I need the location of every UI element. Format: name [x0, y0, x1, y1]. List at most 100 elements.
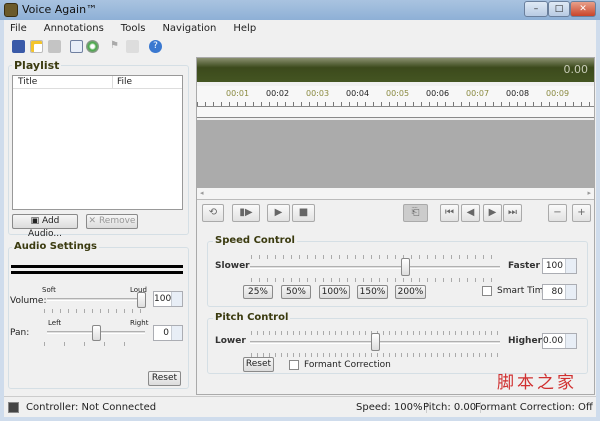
play-button[interactable]: ▶ [267, 204, 290, 222]
cd-icon[interactable] [86, 40, 99, 53]
tick-label: 00:02 [266, 89, 290, 98]
save-icon[interactable] [48, 40, 61, 53]
pitch-thumb[interactable] [371, 333, 380, 351]
faster-label: Faster [508, 261, 540, 271]
right-label: Right [130, 319, 149, 327]
remove-icon: ✕ [88, 216, 99, 226]
pan-spinner[interactable]: 0 [153, 325, 183, 341]
preset-100-button[interactable]: 100% [319, 285, 350, 299]
tick-label: 00:01 [226, 89, 250, 98]
time-readout: 0.00 [563, 63, 589, 76]
formant-correction-label: Formant Correction [304, 360, 391, 370]
app-icon [4, 3, 18, 17]
preset-200-button[interactable]: 200% [395, 285, 426, 299]
skip-end-button[interactable]: ⏭ [503, 204, 522, 222]
tick-label: 00:07 [466, 89, 490, 98]
speed-status: Speed: 100% [356, 402, 428, 413]
loop-button[interactable]: ⟲ [202, 204, 224, 222]
formant-status: Formant Correction: Off [475, 402, 593, 413]
return-button[interactable]: ⎗ [403, 204, 428, 222]
speed-ticks-top [251, 255, 499, 259]
window-title: Voice Again™ [22, 3, 98, 16]
audio-settings-title: Audio Settings [12, 241, 99, 252]
scroll-left-icon[interactable]: ◂ [200, 189, 204, 197]
soft-label: Soft [42, 286, 56, 294]
export-icon[interactable] [70, 40, 83, 53]
controller-status-icon [8, 402, 19, 413]
speed-control-title: Speed Control [213, 235, 297, 246]
audio-reset-button[interactable]: Reset [148, 371, 181, 386]
stop-button[interactable]: ■ [292, 204, 315, 222]
speed-track[interactable] [250, 266, 500, 269]
menu-annotations[interactable]: Annotations [44, 23, 104, 34]
menu-tools[interactable]: Tools [121, 23, 146, 34]
add-audio-button[interactable]: ▣ Add Audio... [12, 214, 78, 239]
smart-time-spinner[interactable]: 80 [542, 284, 577, 300]
pan-thumb[interactable] [92, 325, 101, 341]
pan-ticks [44, 342, 144, 346]
open-project-icon[interactable] [12, 40, 25, 53]
higher-label: Higher [508, 336, 543, 346]
tick-label: 00:06 [426, 89, 450, 98]
step-forward-button[interactable]: ▶ [483, 204, 502, 222]
column-title[interactable]: Title [18, 77, 37, 87]
lower-label: Lower [215, 336, 246, 346]
speed-ticks-bottom [251, 278, 499, 282]
playlist-title: Playlist [12, 59, 62, 72]
controller-status: Controller: Not Connected [26, 402, 157, 413]
level-meter-left [11, 265, 183, 268]
preset-150-button[interactable]: 150% [357, 285, 388, 299]
volume-label: Volume: [10, 296, 47, 306]
ruler-ticks [197, 102, 594, 107]
watermark: 脚本之家 [497, 373, 577, 393]
pitch-status: Pitch: 0.00 [423, 402, 482, 413]
status-bar: Controller: Not Connected Speed: 100% Pi… [4, 396, 596, 417]
volume-thumb[interactable] [137, 292, 146, 308]
pitch-control-title: Pitch Control [213, 312, 291, 323]
menu-help[interactable]: Help [233, 23, 256, 34]
step-back-button[interactable]: ◀ [461, 204, 480, 222]
skip-start-button[interactable]: ⏮ [440, 204, 459, 222]
timeline-ruler[interactable]: 00:01 00:02 00:03 00:04 00:05 00:06 00:07 00:08… [197, 86, 594, 118]
remove-label: Remove [98, 216, 136, 226]
maximize-button[interactable]: □ [548, 1, 570, 17]
column-divider [112, 76, 113, 88]
menu-bar: File Annotations Tools Navigation Help [10, 23, 273, 34]
play-slow-button[interactable]: ▮▶ [232, 204, 260, 222]
preset-25-button[interactable]: 25% [243, 285, 273, 299]
volume-spinner[interactable]: 100 [153, 291, 183, 307]
help-icon[interactable]: ? [149, 40, 162, 53]
horizontal-scrollbar[interactable]: ◂ ▸ [197, 188, 594, 200]
column-file[interactable]: File [117, 77, 132, 87]
volume-ticks [44, 309, 144, 313]
remove-button[interactable]: ✕ Remove [86, 214, 138, 229]
tick-label: 00:03 [306, 89, 330, 98]
menu-file[interactable]: File [10, 23, 27, 34]
playlist-list[interactable]: Title File [12, 75, 183, 210]
volume-track[interactable] [47, 298, 145, 301]
new-icon[interactable] [30, 40, 43, 53]
formant-correction-checkbox[interactable] [289, 360, 299, 370]
tick-label: 00:09 [546, 89, 570, 98]
audio-settings-group [8, 247, 189, 389]
flag-icon[interactable]: ⚑ [110, 40, 119, 51]
zoom-in-icon[interactable]: + [572, 204, 591, 222]
zoom-out-icon[interactable]: − [548, 204, 567, 222]
close-button[interactable]: ✕ [570, 1, 596, 17]
smart-time-checkbox[interactable] [482, 286, 492, 296]
edit-annotation-icon[interactable] [126, 40, 139, 53]
minimize-button[interactable]: – [524, 1, 548, 17]
pitch-reset-button[interactable]: Reset [243, 357, 274, 372]
waveform-area[interactable] [197, 120, 594, 188]
scroll-right-icon[interactable]: ▸ [587, 189, 591, 197]
slower-label: Slower [215, 261, 250, 271]
menu-navigation[interactable]: Navigation [162, 23, 216, 34]
tick-label: 00:04 [346, 89, 370, 98]
speed-thumb[interactable] [401, 258, 410, 276]
speed-spinner[interactable]: 100 [542, 258, 577, 274]
tick-label: 00:08 [506, 89, 530, 98]
time-display: 0.00 [197, 58, 594, 82]
tick-label: 00:05 [386, 89, 410, 98]
preset-50-button[interactable]: 50% [281, 285, 311, 299]
pitch-spinner[interactable]: 0.00 [542, 333, 577, 349]
